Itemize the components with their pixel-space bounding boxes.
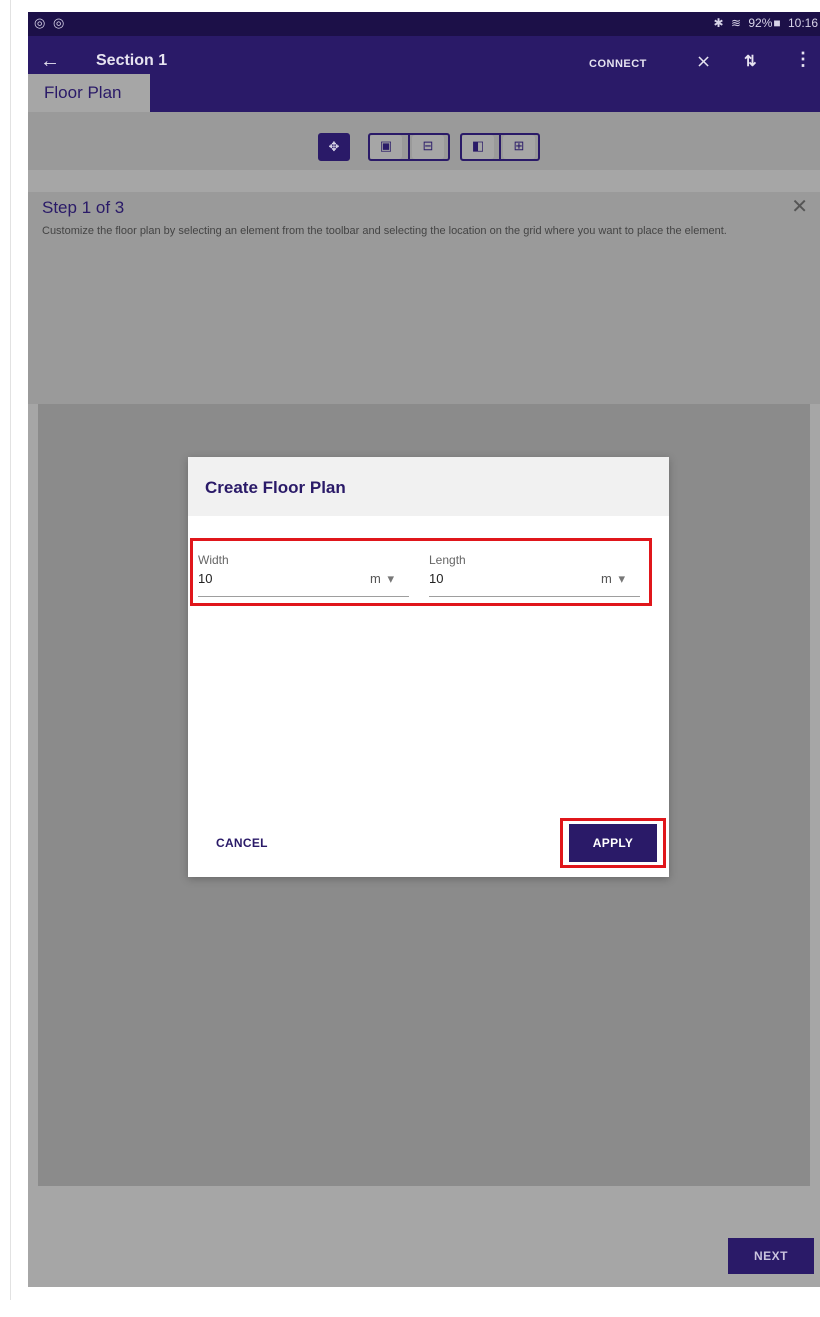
- width-unit-select[interactable]: m ▾: [370, 571, 394, 587]
- page-border-line: [10, 0, 11, 1300]
- dialog-title: Create Floor Plan: [205, 478, 346, 497]
- add-room-button[interactable]: ▣: [370, 135, 402, 159]
- length-input[interactable]: 10: [429, 571, 443, 586]
- width-underline: [198, 596, 409, 597]
- move-icon: ✥: [328, 139, 340, 154]
- overflow-menu-icon[interactable]: ⋮: [794, 49, 812, 70]
- app-bar-title: Section 1: [96, 52, 168, 69]
- clock: 10:16: [787, 16, 818, 30]
- length-underline: [429, 596, 640, 597]
- battery-icon: ■: [773, 16, 781, 30]
- tool-divider: [499, 135, 501, 159]
- room-remove-icon: ⊟: [422, 138, 434, 153]
- status-right: ✱ ≋ 92%■ 10:16: [710, 16, 818, 30]
- dialog-header: Create Floor Plan: [188, 457, 669, 516]
- cancel-button[interactable]: CANCEL: [216, 836, 268, 850]
- door-tool-button[interactable]: ◧: [462, 135, 494, 159]
- device-screen: ◎ ◎ ✱ ≋ 92%■ 10:16 ← Section 1 CONNECT ⨯…: [28, 12, 820, 1287]
- width-input[interactable]: 10: [198, 571, 212, 586]
- chevron-down-icon: ▾: [387, 571, 394, 586]
- window-icon: ⊞: [513, 138, 525, 153]
- step-title: Step 1 of 3: [42, 198, 125, 217]
- length-label: Length: [429, 553, 466, 567]
- remove-room-button[interactable]: ⊟: [412, 135, 444, 159]
- tab-floor-plan[interactable]: Floor Plan: [28, 74, 150, 112]
- width-unit: m: [370, 571, 381, 586]
- step-panel: Step 1 of 3 ✕ Customize the floor plan b…: [28, 192, 820, 404]
- status-bar: ◎ ◎ ✱ ≋ 92%■ 10:16: [28, 12, 820, 36]
- sort-icon[interactable]: ⇅: [744, 52, 757, 70]
- step-description: Customize the floor plan by selecting an…: [42, 225, 727, 237]
- create-floor-plan-dialog: Create Floor Plan Width 10 m ▾ Length 10…: [188, 457, 669, 877]
- apply-button[interactable]: APPLY: [569, 824, 657, 862]
- close-icon[interactable]: ✕: [791, 194, 808, 219]
- door-icon: ◧: [471, 138, 485, 153]
- length-unit-select[interactable]: m ▾: [601, 571, 625, 587]
- next-button[interactable]: NEXT: [728, 1238, 814, 1274]
- battery-percent: 92%: [748, 16, 773, 30]
- wifi-icon: ≋: [730, 16, 741, 30]
- width-label: Width: [198, 553, 229, 567]
- no-signal-icon[interactable]: ⨯: [696, 51, 711, 72]
- move-tool-button[interactable]: ✥: [318, 133, 350, 161]
- floor-plan-toolbar: ✥ ▣ ⊟ ◧ ⊞: [28, 112, 820, 170]
- notification-icons: ◎ ◎: [34, 15, 67, 30]
- chevron-down-icon: ▾: [618, 571, 625, 586]
- window-tool-button[interactable]: ⊞: [503, 135, 535, 159]
- bluetooth-icon: ✱: [713, 16, 724, 30]
- room-add-icon: ▣: [379, 138, 393, 153]
- connect-button[interactable]: CONNECT: [589, 58, 647, 70]
- back-arrow-icon[interactable]: ←: [40, 50, 60, 73]
- length-unit: m: [601, 571, 612, 586]
- tool-divider: [408, 135, 410, 159]
